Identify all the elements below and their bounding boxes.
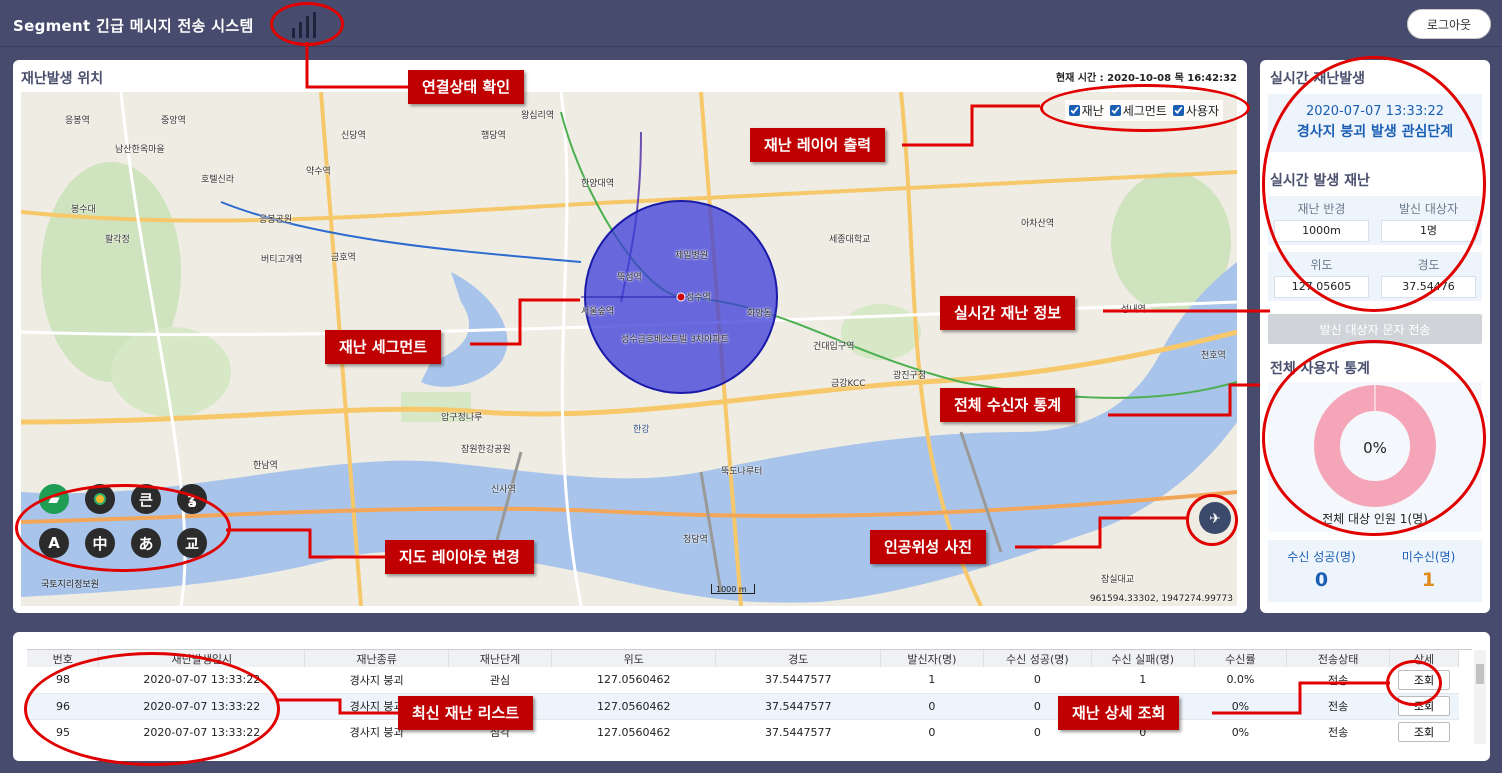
cell-rate: 0%: [1194, 693, 1287, 720]
map-label: 금호역: [331, 253, 356, 263]
map-label: 신당역: [341, 131, 366, 141]
anno-ellipse-layers: [1040, 84, 1250, 132]
annotation-satellite: 인공위성 사진: [870, 530, 987, 564]
fail-label: 미수신(명): [1401, 550, 1456, 564]
map-coordinates: 961594.33302, 1947274.99773: [1089, 594, 1233, 604]
map-label: 신사역: [491, 485, 516, 495]
cell-rate: 0.0%: [1194, 667, 1287, 694]
cell-lng: 37.5447577: [715, 693, 881, 720]
cell-senders: 0: [880, 693, 984, 720]
cell-stage: 관심: [448, 667, 552, 694]
map-label: 성수역: [686, 293, 711, 303]
cell-senders: 1: [880, 667, 984, 694]
anno-ellipse-list: [24, 652, 280, 766]
map-label: 세종대학교: [829, 235, 871, 245]
reception-count-grid: 수신 성공(명) 0 미수신(명) 1: [1268, 540, 1482, 602]
col-status: 전송상태: [1286, 650, 1391, 667]
cell-status: 전송: [1286, 719, 1390, 744]
cell-rate: 0%: [1194, 719, 1287, 744]
map-label: 아차산역: [1021, 219, 1055, 229]
map-label: 제일병원: [675, 251, 709, 261]
success-value: 0: [1314, 569, 1329, 591]
cell-success: 0: [983, 667, 1092, 694]
map-label: 성내역: [1121, 305, 1146, 315]
map-panel-title: 재난발생 위치: [21, 71, 104, 87]
col-lat: 위도: [551, 650, 717, 667]
annotation-latest-list: 최신 재난 리스트: [398, 696, 534, 730]
map-label: 응봉공원: [259, 215, 293, 225]
map-label: 광진구청: [893, 371, 927, 381]
col-lng: 경도: [715, 650, 882, 667]
anno-ellipse-satellite: [1186, 494, 1238, 546]
success-label: 수신 성공(명): [1287, 550, 1356, 564]
cell-lat: 127.0560462: [551, 667, 716, 694]
map-label: 화양동: [747, 309, 772, 319]
map-label: 왕십리역: [521, 111, 555, 121]
map-label: 청담역: [683, 535, 708, 545]
col-success: 수신 성공(명): [983, 650, 1092, 667]
cell-status: 전송: [1286, 693, 1390, 720]
table-scrollbar[interactable]: [1474, 650, 1486, 744]
map-label: 행당역: [481, 131, 506, 141]
table-header-row: 번호 재난발생일시 재난종류 재난단계 위도 경도 발신자(명) 수신 성공(명…: [27, 650, 1459, 667]
cell-lng: 37.5447577: [715, 667, 881, 694]
cell-type: 경사지 붕괴: [304, 667, 449, 694]
annotation-receiver-stats: 전체 수신자 통계: [940, 388, 1076, 422]
annotation-layer-output: 재난 레이어 출력: [750, 128, 886, 162]
app-header: Segment 긴급 메시지 전송 시스템 로그아웃: [0, 0, 1502, 47]
col-stage: 재난단계: [448, 650, 552, 667]
map-label: 금강KCC: [831, 379, 866, 389]
cell-lat: 127.0560462: [551, 719, 716, 744]
col-senders: 발신자(명): [880, 650, 984, 667]
logout-button[interactable]: 로그아웃: [1407, 9, 1491, 39]
cell-detail: 조회: [1389, 719, 1459, 744]
map-brand: 국토지리정보원: [41, 580, 99, 590]
col-rate: 수신률: [1194, 650, 1288, 667]
app-title: Segment 긴급 메시지 전송 시스템: [13, 17, 254, 35]
cell-lat: 127.0560462: [551, 693, 716, 720]
cell-fail: 1: [1091, 667, 1195, 694]
fail-value: 1: [1421, 569, 1436, 591]
cell-senders: 0: [880, 719, 984, 744]
map-label: 중앙역: [161, 116, 186, 126]
annotation-segment: 재난 세그먼트: [325, 330, 442, 364]
fail-cell: 미수신(명) 1: [1375, 540, 1482, 602]
map-label: 팔각정: [105, 235, 130, 245]
success-cell: 수신 성공(명) 0: [1268, 540, 1375, 602]
map-scale-label: 1000 m: [716, 585, 747, 594]
map-label: 버티고개역: [261, 255, 303, 265]
map-label: 서울숲역: [581, 307, 615, 317]
map-label: 한강: [633, 425, 650, 435]
annotation-connection: 연결상태 확인: [408, 70, 525, 104]
map-label: 뚝도나루터: [721, 467, 763, 477]
map-label: 약수역: [306, 167, 331, 177]
map-label: 뚝섬역: [617, 273, 642, 283]
anno-ellipse-detail: [1386, 660, 1442, 706]
map-label: 한양대역: [581, 179, 615, 189]
map-label: 건대입구역: [813, 342, 855, 352]
annotation-realtime-info: 실시간 재난 정보: [940, 296, 1076, 330]
map-label: 잠실대교: [1101, 575, 1135, 585]
map-label: 한남역: [253, 461, 278, 471]
map-label: 잠원한강공원: [461, 445, 511, 455]
map-label: 압구정나루: [441, 413, 483, 423]
cell-status: 전송: [1286, 667, 1390, 694]
anno-ellipse-layout: [15, 484, 231, 572]
col-fail: 수신 실패(명): [1091, 650, 1195, 667]
map-label: 남산한옥마을: [115, 145, 165, 155]
map-label: 천호역: [1201, 351, 1226, 361]
annotation-detail-view: 재난 상세 조회: [1058, 696, 1180, 730]
annotation-map-layout: 지도 레이아웃 변경: [385, 540, 534, 574]
map-label: 호텔신라: [201, 175, 235, 185]
map-label: 응봉역: [65, 116, 90, 126]
cell-lng: 37.5447577: [715, 719, 881, 744]
map-label: 봉수대: [71, 205, 96, 215]
view-detail-button[interactable]: 조회: [1398, 722, 1450, 742]
anno-ellipse-connection: [270, 2, 344, 46]
current-time: 현재 시간 : 2020-10-08 목 16:42:32: [1055, 73, 1237, 84]
col-type: 재난종류: [304, 650, 450, 667]
anno-ellipse-stats: [1262, 340, 1486, 536]
anno-ellipse-realtime: [1262, 56, 1486, 312]
map-label: 성수금호베스트빌 3차아파트: [621, 335, 729, 345]
